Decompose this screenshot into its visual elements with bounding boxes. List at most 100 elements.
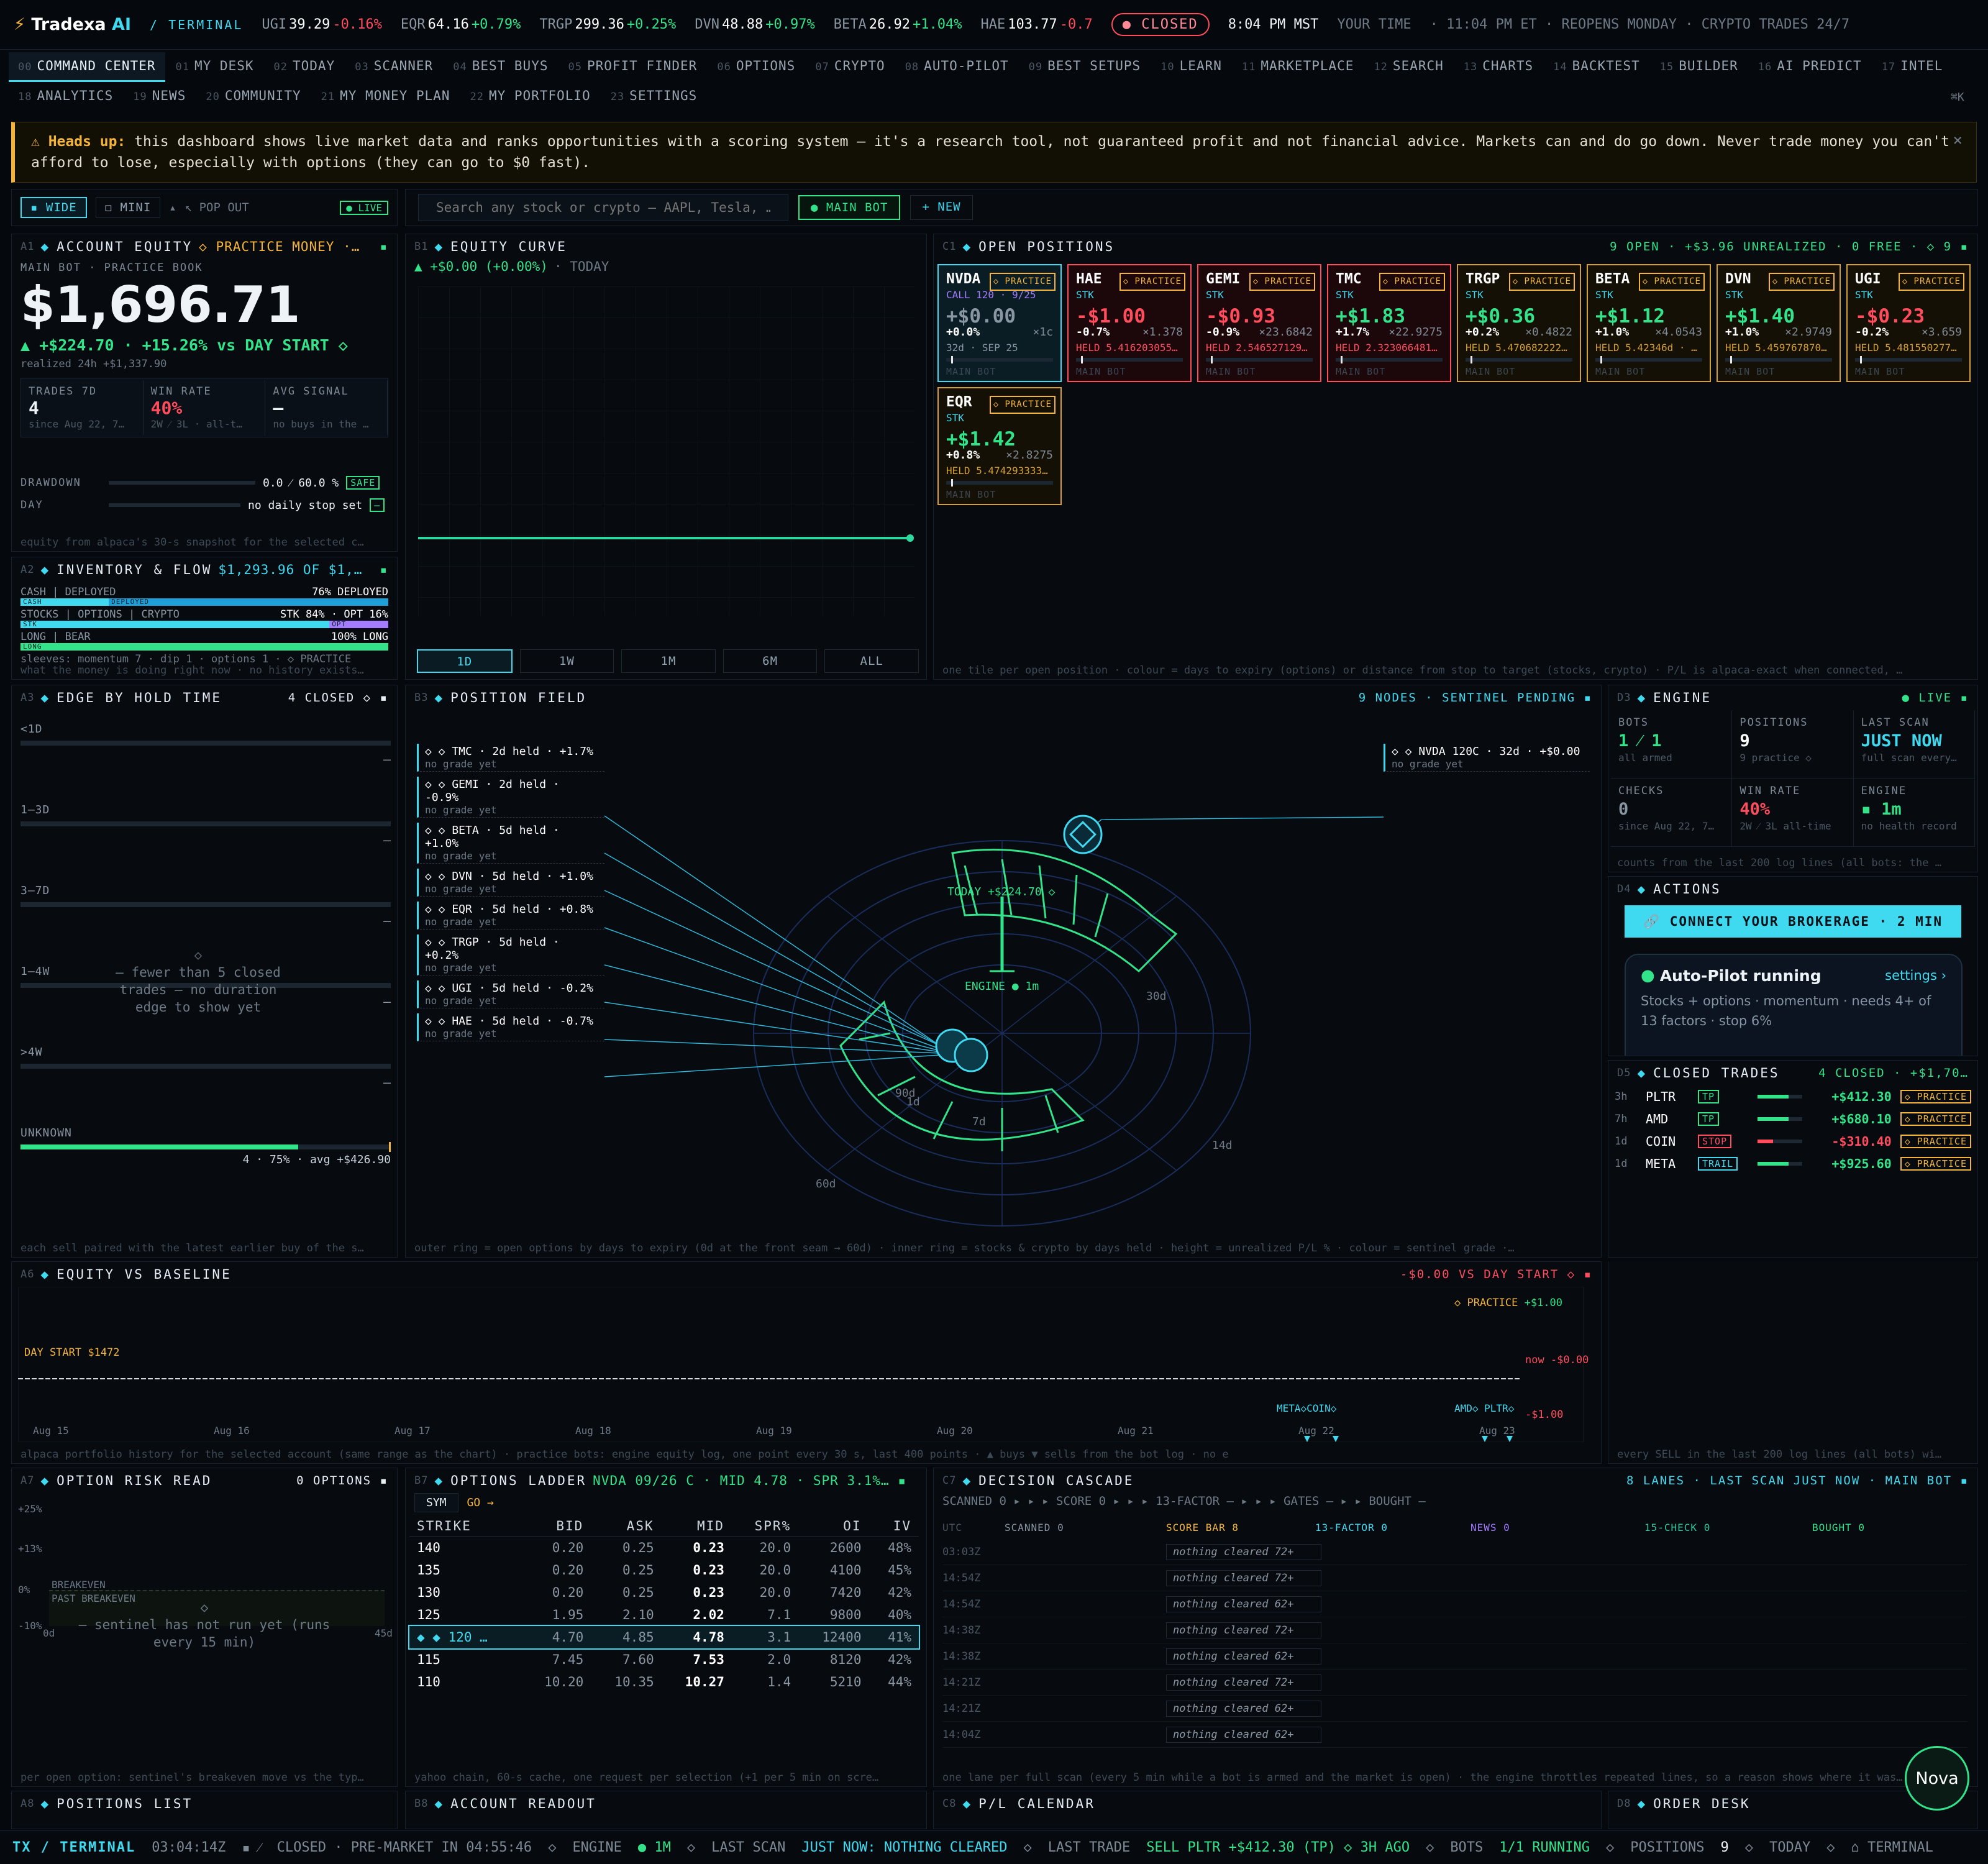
flow-seg-a: CASH xyxy=(21,598,109,606)
bucket-label: >4W xyxy=(21,1046,43,1059)
search-input[interactable] xyxy=(418,194,788,221)
position-tile[interactable]: TRGP ◇ PRACTICE STK +$0.36 +0.2% ×0.4822 HELD … xyxy=(1457,264,1581,382)
tile-bot: MAIN BOT xyxy=(1336,366,1386,377)
closed-trade-row[interactable]: 3h PLTR TP +$412.30 ◇ PRACTICE xyxy=(1615,1085,1971,1108)
position-tile[interactable]: UGI ◇ PRACTICE STK -$0.23 -0.2% ×3.659 HELD 5.… xyxy=(1846,264,1971,382)
nav-tab[interactable]: 23 SETTINGS xyxy=(601,82,707,112)
drawdown-row: DRAWDOWN 0.0 ⁄ 60.0 % SAFE xyxy=(12,476,397,490)
nav-tab[interactable]: 13 CHARTS xyxy=(1454,52,1543,82)
terminal-toggle[interactable]: ⌂ TERMINAL xyxy=(1851,1840,1933,1855)
position-tile[interactable]: DVN ◇ PRACTICE STK +$1.40 +1.0% ×2.9749 HELD 5… xyxy=(1717,264,1841,382)
command-palette-shortcut[interactable]: ⌘K xyxy=(1951,91,1964,104)
range-button[interactable]: 1W xyxy=(519,649,614,673)
app-logo[interactable]: ⚡ Tradexa AI xyxy=(14,15,131,34)
new-bot-button[interactable]: + NEW xyxy=(910,195,973,220)
nav-tab[interactable]: 08 AUTO-PILOT xyxy=(896,52,1018,82)
cascade-lane[interactable]: 14:04Z nothing cleared 62+ xyxy=(942,1722,1967,1748)
closed-trade-row[interactable]: 1d COIN STOP -$310.40 ◇ PRACTICE xyxy=(1615,1130,1971,1153)
cascade-lane[interactable]: 14:21Z nothing cleared 62+ xyxy=(942,1696,1967,1722)
ladder-row[interactable]: 115 7.45 7.60 7.53 2.0 8120 42% xyxy=(409,1648,919,1671)
position-node-label[interactable]: ◇ ◇ TMC · 2d held · +1.7% no grade yet xyxy=(417,744,604,772)
mini-layout-button[interactable]: ◻ MINI xyxy=(95,197,161,218)
range-button[interactable]: 1D xyxy=(417,649,513,673)
symbol-input[interactable]: SYM xyxy=(414,1493,458,1512)
position-tile[interactable]: TMC ◇ PRACTICE STK +$1.83 +1.7% ×22.9275 HELD … xyxy=(1327,264,1451,382)
pop-out-button[interactable]: ↖ POP OUT xyxy=(185,201,249,214)
autopilot-settings-link[interactable]: settings › xyxy=(1885,968,1946,983)
equity-vs-baseline-panel: A6 ◆ EQUITY VS BASELINE -$0.00 VS DAY START… xyxy=(11,1261,1602,1464)
close-banner-button[interactable]: × xyxy=(1953,130,1963,151)
nova-assistant-button[interactable]: Nova xyxy=(1905,1746,1969,1811)
tile-pnl: +$1.12 xyxy=(1595,305,1665,327)
nav-number: 01 xyxy=(175,61,189,73)
ticker-item[interactable]: BETA 26.92 +1.04% xyxy=(834,17,962,32)
nav-tab[interactable]: 06 OPTIONS xyxy=(708,52,805,82)
nav-tab[interactable]: 09 BEST SETUPS xyxy=(1019,52,1151,82)
position-node-label[interactable]: ◇ ◇ HAE · 5d held · -0.7% no grade yet xyxy=(417,1013,604,1041)
ladder-row[interactable]: 130 0.20 0.25 0.23 20.0 7420 42% xyxy=(409,1581,919,1604)
main-bot-selector[interactable]: ● MAIN BOT xyxy=(798,195,901,220)
position-tile[interactable]: NVDA ◇ PRACTICE CALL 120 · 9/25 +$0.00 +0.0%… xyxy=(937,264,1062,382)
position-node-label[interactable]: ◇ ◇ EQR · 5d held · +0.8% no grade yet xyxy=(417,902,604,930)
ticker-item[interactable]: TRGP 299.36 +0.25% xyxy=(539,17,676,32)
autopilot-card[interactable]: ● Auto-Pilot running settings › Stocks + o… xyxy=(1625,954,1963,1056)
nav-tab[interactable]: 17 INTEL xyxy=(1872,52,1953,82)
cascade-lane[interactable]: 14:54Z nothing cleared 72+ xyxy=(942,1565,1967,1591)
ladder-row[interactable]: 125 1.95 2.10 2.02 7.1 9800 40% xyxy=(409,1604,919,1626)
position-node-label[interactable]: ◇ ◇ GEMI · 2d held · -0.9% no grade yet xyxy=(417,777,604,818)
cascade-lane[interactable]: 03:03Z nothing cleared 72+ xyxy=(942,1539,1967,1565)
ladder-row[interactable]: 135 0.20 0.25 0.23 20.0 4100 45% xyxy=(409,1559,919,1581)
position-tile[interactable]: GEMI ◇ PRACTICE STK -$0.93 -0.9% ×23.6842 HELD… xyxy=(1197,264,1321,382)
nav-tab[interactable]: 07 CRYPTO xyxy=(806,52,894,82)
ticker-item[interactable]: DVN 48.88 +0.97% xyxy=(695,17,814,32)
nav-tab[interactable]: 11 MARKETPLACE xyxy=(1233,52,1364,82)
ladder-cell: 140 xyxy=(417,1540,440,1555)
nav-tab[interactable]: 22 MY PORTFOLIO xyxy=(460,82,600,112)
nav-tab[interactable]: 04 BEST BUYS xyxy=(444,52,557,82)
wide-layout-button[interactable]: ▪ WIDE xyxy=(21,197,87,218)
ticker-item[interactable]: EQR 64.16 +0.79% xyxy=(401,17,521,32)
nav-tab[interactable]: 18 ANALYTICS xyxy=(9,82,122,112)
closed-trade-row[interactable]: 7h AMD TP +$680.10 ◇ PRACTICE xyxy=(1615,1108,1971,1130)
cascade-lane[interactable]: 14:21Z nothing cleared 72+ xyxy=(942,1670,1967,1696)
ladder-row[interactable]: 140 0.20 0.25 0.23 20.0 2600 48% xyxy=(409,1537,919,1560)
nav-tab[interactable]: 03 SCANNER xyxy=(345,52,442,82)
ladder-row[interactable]: 110 10.20 10.35 10.27 1.4 5210 44% xyxy=(409,1671,919,1693)
ticker-item[interactable]: HAE 103.77 -0.7 xyxy=(980,17,1092,32)
cascade-lane[interactable]: 14:54Z nothing cleared 62+ xyxy=(942,1591,1967,1617)
position-node-label[interactable]: ◇ ◇ DVN · 5d held · +1.0% no grade yet xyxy=(417,869,604,897)
nav-tab[interactable]: 00 COMMAND CENTER xyxy=(9,52,165,82)
position-node-label[interactable]: ◇ ◇ BETA · 5d held · +1.0% no grade yet xyxy=(417,823,604,864)
nav-tab[interactable]: 20 COMMUNITY xyxy=(196,82,310,112)
position-node-label[interactable]: ◇ ◇ TRGP · 5d held · +0.2% no grade yet xyxy=(417,934,604,975)
nav-tab[interactable]: 15 BUILDER xyxy=(1651,52,1748,82)
position-tile[interactable]: BETA ◇ PRACTICE STK +$1.12 +1.0% ×4.0543 HELD … xyxy=(1587,264,1711,382)
nav-tab[interactable]: 19 NEWS xyxy=(124,82,195,112)
node-grade: no grade yet xyxy=(425,916,497,928)
tile-pnl: +$0.36 xyxy=(1466,305,1535,327)
nav-tab[interactable]: 01 MY DESK xyxy=(166,52,263,82)
ladder-row[interactable]: ◆ ◆ 120 … 4.70 4.85 4.78 3.1 12400 41% xyxy=(408,1625,920,1650)
cascade-lane[interactable]: 14:38Z nothing cleared 72+ xyxy=(942,1617,1967,1643)
nav-tab[interactable]: 05 PROFIT FINDER xyxy=(559,52,706,82)
ladder-cell: 10.20 xyxy=(544,1674,584,1689)
position-tile[interactable]: HAE ◇ PRACTICE STK -$1.00 -0.7% ×1.378 HELD 5.… xyxy=(1067,264,1192,382)
closed-trade-row[interactable]: 1d META TRAIL +$925.60 ◇ PRACTICE xyxy=(1615,1153,1971,1175)
ticker-change: +0.97% xyxy=(765,17,815,32)
position-node-label[interactable]: ◇ ◇ UGI · 5d held · -0.2% no grade yet xyxy=(417,980,604,1008)
ticker-item[interactable]: UGI 39.29 -0.16% xyxy=(262,17,381,32)
cascade-lane[interactable]: 14:38Z nothing cleared 62+ xyxy=(942,1643,1967,1670)
option-node-label[interactable]: ◇ ◇ NVDA 120C · 32d · +$0.00 no grade yet xyxy=(1384,744,1590,772)
nav-tab[interactable]: 02 TODAY xyxy=(265,52,345,82)
nav-tab[interactable]: 21 MY MONEY PLAN xyxy=(312,82,460,112)
range-button[interactable]: 6M xyxy=(723,649,818,673)
nav-tab[interactable]: 16 AI PREDICT xyxy=(1749,52,1871,82)
nav-tab[interactable]: 14 BACKTEST xyxy=(1544,52,1649,82)
go-button[interactable]: GO → xyxy=(467,1496,494,1509)
connect-brokerage-button[interactable]: 🔗 CONNECT YOUR BROKERAGE · 2 MIN xyxy=(1625,905,1961,938)
range-button[interactable]: ALL xyxy=(824,649,919,673)
nav-tab[interactable]: 12 SEARCH xyxy=(1364,52,1452,82)
nav-tab[interactable]: 10 LEARN xyxy=(1151,52,1231,82)
position-tile[interactable]: EQR ◇ PRACTICE STK +$1.42 +0.8% ×2.8275 HELD 5… xyxy=(937,387,1062,505)
range-button[interactable]: 1M xyxy=(621,649,716,673)
